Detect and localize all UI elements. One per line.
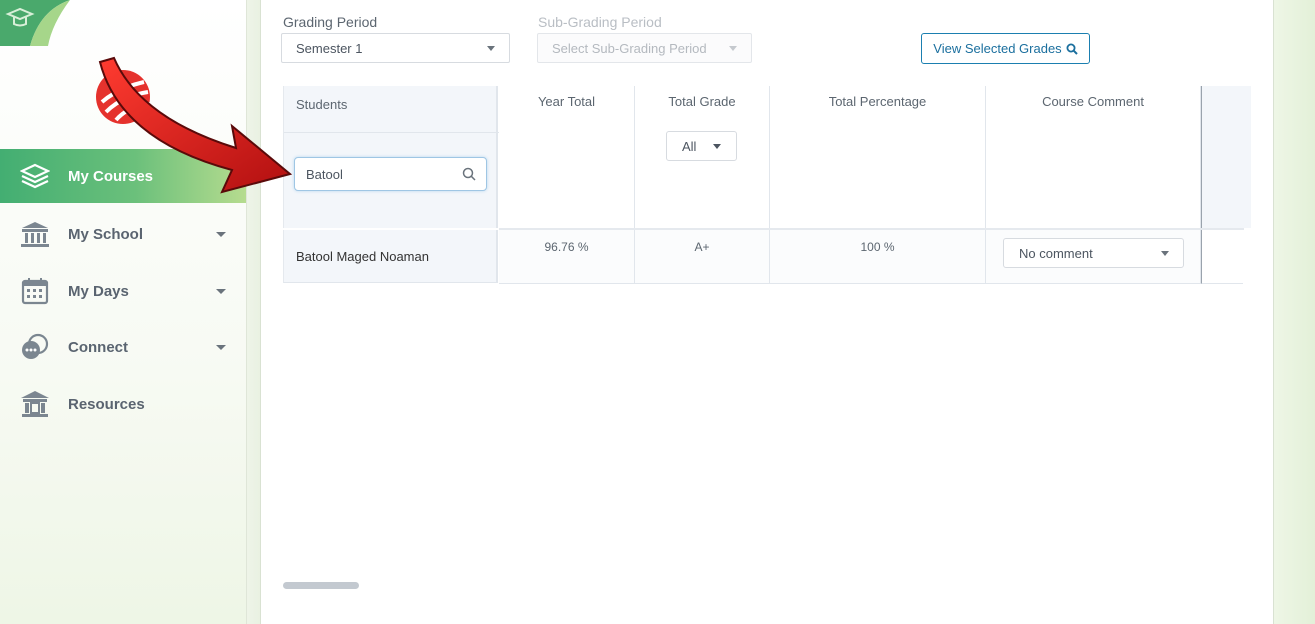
- student-search-value: Batool: [306, 166, 343, 182]
- header-filler: [1201, 86, 1251, 228]
- chevron-down-icon: [487, 46, 495, 51]
- sub-grading-period-label: Sub-Grading Period: [538, 14, 662, 30]
- view-selected-grades-label: View Selected Grades: [933, 41, 1062, 56]
- course-comment-value: No comment: [1019, 245, 1093, 261]
- course-comment-header-label: Course Comment: [1042, 94, 1144, 109]
- year-total-value: 96.76 %: [544, 240, 589, 254]
- school-logo: [94, 68, 152, 126]
- student-search-input[interactable]: Batool: [294, 157, 487, 191]
- sidebar-item-label: My Courses: [68, 167, 154, 185]
- student-name-cell[interactable]: Batool Maged Noaman: [283, 230, 498, 283]
- search-icon: [462, 167, 476, 181]
- view-selected-grades-button[interactable]: View Selected Grades: [921, 33, 1090, 64]
- row-filler: [1201, 230, 1243, 284]
- chevron-down-icon: [713, 144, 721, 149]
- total-grade-filter-value: All: [682, 138, 697, 154]
- right-gutter: [1273, 0, 1315, 624]
- sidebar-gutter: [247, 0, 261, 624]
- chat-bubbles-icon: [18, 332, 52, 362]
- sub-grading-period-placeholder: Select Sub-Grading Period: [552, 40, 707, 56]
- main-content: Grading Period Semester 1 Sub-Grading Pe…: [261, 0, 1273, 624]
- layers-icon: [18, 161, 52, 191]
- grading-period-label: Grading Period: [283, 14, 378, 30]
- sidebar-item-my-school[interactable]: My School: [0, 207, 246, 261]
- students-column-header: Students Batool: [283, 86, 499, 228]
- chevron-down-icon: [216, 288, 226, 294]
- chevron-down-icon: [1161, 251, 1169, 256]
- chevron-down-icon: [216, 231, 226, 237]
- library-building-icon: [18, 389, 52, 419]
- total-percentage-column-header: Total Percentage: [770, 86, 986, 228]
- total-percentage-value: 100 %: [860, 240, 895, 254]
- total-grade-filter-select[interactable]: All: [666, 131, 737, 161]
- sidebar-item-label: My Days: [68, 282, 129, 300]
- sidebar: My Courses My School My Days Connect Res…: [0, 0, 247, 624]
- sidebar-item-label: Connect: [68, 338, 128, 356]
- sidebar-item-my-courses[interactable]: My Courses: [0, 149, 246, 203]
- chevron-down-icon: [216, 344, 226, 350]
- total-grade-cell: A+: [635, 230, 770, 284]
- total-percentage-header-label: Total Percentage: [828, 94, 927, 109]
- year-total-column-header: Year Total: [499, 86, 635, 228]
- course-comment-column-header: Course Comment: [986, 86, 1201, 228]
- chevron-down-icon: [729, 46, 737, 51]
- students-header-label: Students: [296, 97, 348, 112]
- course-comment-select[interactable]: No comment: [1003, 238, 1184, 268]
- sidebar-item-resources[interactable]: Resources: [0, 377, 246, 431]
- total-grade-value: A+: [694, 240, 710, 254]
- total-percentage-cell: 100 %: [770, 230, 986, 284]
- sidebar-item-label: Resources: [68, 395, 145, 413]
- total-grade-header-label: Total Grade: [668, 94, 736, 109]
- school-building-icon: [18, 219, 52, 249]
- year-total-header-label: Year Total: [537, 94, 596, 109]
- year-total-cell: 96.76 %: [499, 230, 635, 284]
- calendar-icon: [18, 276, 52, 306]
- horizontal-scrollbar[interactable]: [283, 582, 359, 589]
- sub-grading-period-select[interactable]: Select Sub-Grading Period: [537, 33, 752, 63]
- graduation-cap-corner-icon[interactable]: [0, 0, 70, 46]
- header-divider: [284, 132, 499, 133]
- search-icon: [1066, 43, 1078, 55]
- sidebar-item-label: My School: [68, 225, 144, 243]
- student-name: Batool Maged Noaman: [296, 248, 429, 264]
- grading-period-value: Semester 1: [296, 40, 363, 56]
- sidebar-item-connect[interactable]: Connect: [0, 320, 246, 374]
- grading-period-select[interactable]: Semester 1: [281, 33, 510, 63]
- sidebar-item-my-days[interactable]: My Days: [0, 264, 246, 318]
